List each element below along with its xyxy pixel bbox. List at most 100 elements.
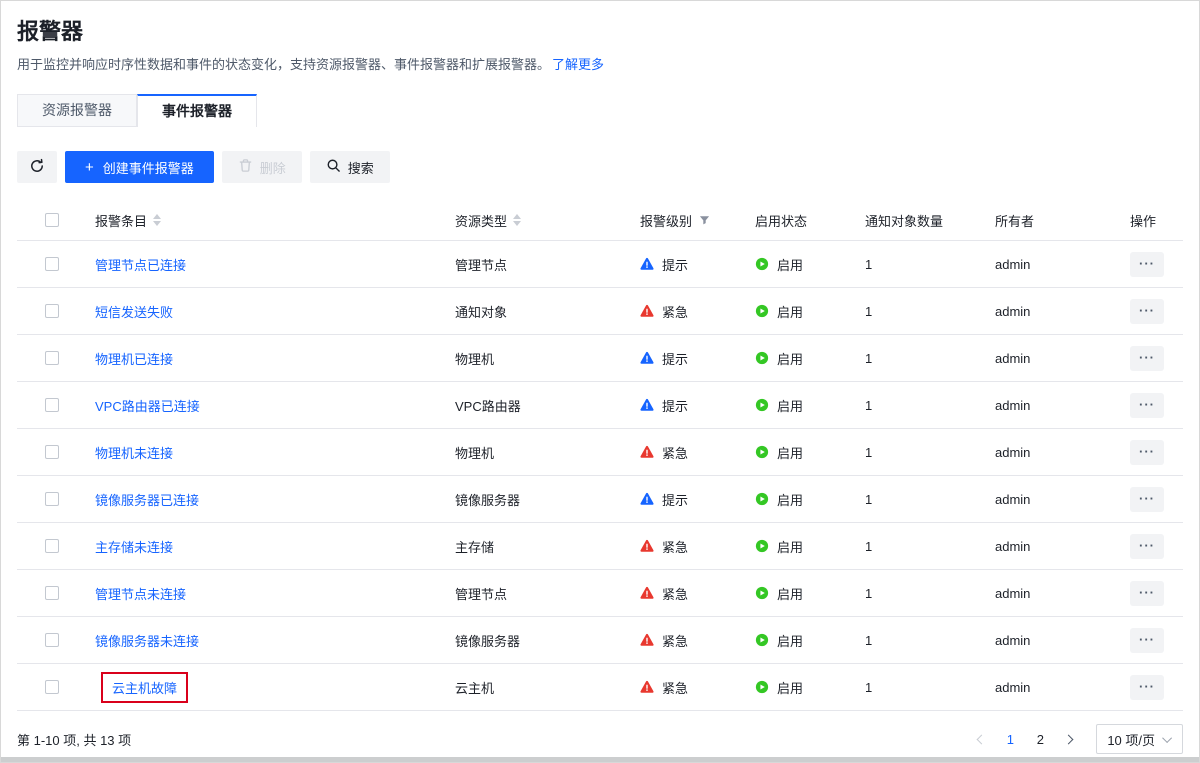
page-numbers: 12 — [998, 727, 1052, 751]
annotation-highlight-box: 云主机故障 — [101, 672, 188, 703]
row-actions-button[interactable]: ··· — [1130, 440, 1164, 465]
page-size-select[interactable]: 10 项/页 — [1096, 724, 1183, 754]
row-checkbox[interactable] — [45, 445, 59, 459]
resource-type: 云主机 — [455, 678, 494, 697]
learn-more-link[interactable]: 了解更多 — [552, 57, 604, 72]
alarm-entry-link[interactable]: 镜像服务器未连接 — [95, 631, 199, 650]
alarm-level: 提示 — [662, 255, 688, 274]
column-label: 报警条目 — [95, 211, 147, 230]
row-checkbox[interactable] — [45, 539, 59, 553]
ellipsis-icon: ··· — [1139, 632, 1155, 647]
create-event-alarm-button[interactable]: + 创建事件报警器 — [65, 151, 214, 183]
owner: admin — [995, 398, 1030, 413]
page-title: 报警器 — [17, 17, 1183, 47]
row-checkbox[interactable] — [45, 398, 59, 412]
sort-icon[interactable] — [153, 214, 161, 226]
notify-target-count: 1 — [865, 398, 872, 413]
alert-triangle-icon — [640, 351, 654, 365]
alarm-entry-link[interactable]: 物理机已连接 — [95, 349, 173, 368]
alarm-level: 紧急 — [662, 302, 688, 321]
alarm-level: 紧急 — [662, 537, 688, 556]
row-checkbox[interactable] — [45, 257, 59, 271]
alarm-entry-link[interactable]: 主存储未连接 — [95, 537, 173, 556]
chevron-right-icon — [1064, 734, 1074, 744]
chevron-left-icon — [977, 734, 987, 744]
row-checkbox[interactable] — [45, 633, 59, 647]
search-label: 搜索 — [348, 158, 374, 177]
table-header: 报警条目资源类型报警级别启用状态通知对象数量所有者操作 — [17, 200, 1183, 241]
filter-icon[interactable] — [699, 215, 710, 226]
enable-status: 启用 — [777, 490, 803, 509]
tab-event-alarms[interactable]: 事件报警器 — [137, 94, 257, 127]
resource-type: 镜像服务器 — [455, 631, 520, 650]
tab-resource-alarms[interactable]: 资源报警器 — [17, 94, 137, 127]
notify-target-count: 1 — [865, 680, 872, 695]
refresh-icon — [29, 158, 45, 177]
row-actions-button[interactable]: ··· — [1130, 628, 1164, 653]
enabled-status-icon — [755, 680, 769, 694]
delete-label: 删除 — [260, 158, 286, 177]
alarm-entry-link[interactable]: 短信发送失败 — [95, 302, 173, 321]
alarm-entry-link[interactable]: 云主机故障 — [112, 681, 177, 696]
alert-triangle-icon — [640, 445, 654, 459]
row-actions-button[interactable]: ··· — [1130, 534, 1164, 559]
column-label: 资源类型 — [455, 211, 507, 230]
row-actions-button[interactable]: ··· — [1130, 487, 1164, 512]
alarm-entry-link[interactable]: 管理节点已连接 — [95, 255, 186, 274]
alarm-entry-link[interactable]: VPC路由器已连接 — [95, 396, 200, 415]
row-checkbox[interactable] — [45, 680, 59, 694]
notify-target-count: 1 — [865, 257, 872, 272]
row-actions-button[interactable]: ··· — [1130, 581, 1164, 606]
alert-triangle-icon — [640, 257, 654, 271]
enabled-status-icon — [755, 586, 769, 600]
alarm-level: 紧急 — [662, 678, 688, 697]
enable-status: 启用 — [777, 678, 803, 697]
row-actions-button[interactable]: ··· — [1130, 393, 1164, 418]
row-actions-button[interactable]: ··· — [1130, 252, 1164, 277]
notify-target-count: 1 — [865, 539, 872, 554]
alarm-entry-link[interactable]: 管理节点未连接 — [95, 584, 186, 603]
alarm-level: 提示 — [662, 396, 688, 415]
delete-button[interactable]: 删除 — [222, 151, 302, 183]
resource-type: VPC路由器 — [455, 396, 521, 415]
ellipsis-icon: ··· — [1139, 538, 1155, 553]
pagination-controls: 12 10 项/页 — [968, 724, 1183, 754]
horizontal-scrollbar[interactable] — [1, 757, 1199, 762]
row-checkbox[interactable] — [45, 492, 59, 506]
table-row: 管理节点已连接管理节点提示启用1admin··· — [17, 241, 1183, 288]
prev-page-button[interactable] — [968, 727, 992, 751]
row-actions-button[interactable]: ··· — [1130, 299, 1164, 324]
enabled-status-icon — [755, 398, 769, 412]
alert-triangle-icon — [640, 304, 654, 318]
sort-icon[interactable] — [513, 214, 521, 226]
pagination-summary: 第 1-10 项, 共 13 项 — [17, 730, 131, 749]
column-label: 通知对象数量 — [865, 211, 943, 230]
table-row: 物理机已连接物理机提示启用1admin··· — [17, 335, 1183, 382]
alarm-level: 紧急 — [662, 443, 688, 462]
select-all-checkbox[interactable] — [45, 213, 59, 227]
owner: admin — [995, 680, 1030, 695]
page-description: 用于监控并响应时序性数据和事件的状态变化，支持资源报警器、事件报警器和扩展报警器… — [17, 54, 1183, 73]
alarm-entry-link[interactable]: 物理机未连接 — [95, 443, 173, 462]
owner: admin — [995, 586, 1030, 601]
page-size-value: 10 项/页 — [1107, 730, 1155, 749]
owner: admin — [995, 257, 1030, 272]
row-actions-button[interactable]: ··· — [1130, 346, 1164, 371]
alarm-entry-link[interactable]: 镜像服务器已连接 — [95, 490, 199, 509]
row-checkbox[interactable] — [45, 586, 59, 600]
tab-bar: 资源报警器事件报警器 — [17, 94, 1183, 127]
owner: admin — [995, 304, 1030, 319]
next-page-button[interactable] — [1058, 727, 1082, 751]
table-row: 镜像服务器未连接镜像服务器紧急启用1admin··· — [17, 617, 1183, 664]
row-checkbox[interactable] — [45, 351, 59, 365]
refresh-button[interactable] — [17, 151, 57, 183]
row-actions-button[interactable]: ··· — [1130, 675, 1164, 700]
page-description-text: 用于监控并响应时序性数据和事件的状态变化，支持资源报警器、事件报警器和扩展报警器… — [17, 57, 550, 72]
search-button[interactable]: 搜索 — [310, 151, 390, 183]
enabled-status-icon — [755, 257, 769, 271]
row-checkbox[interactable] — [45, 304, 59, 318]
page-number-1[interactable]: 1 — [998, 727, 1022, 751]
enabled-status-icon — [755, 633, 769, 647]
create-event-alarm-label: 创建事件报警器 — [103, 158, 194, 177]
page-number-2[interactable]: 2 — [1028, 727, 1052, 751]
